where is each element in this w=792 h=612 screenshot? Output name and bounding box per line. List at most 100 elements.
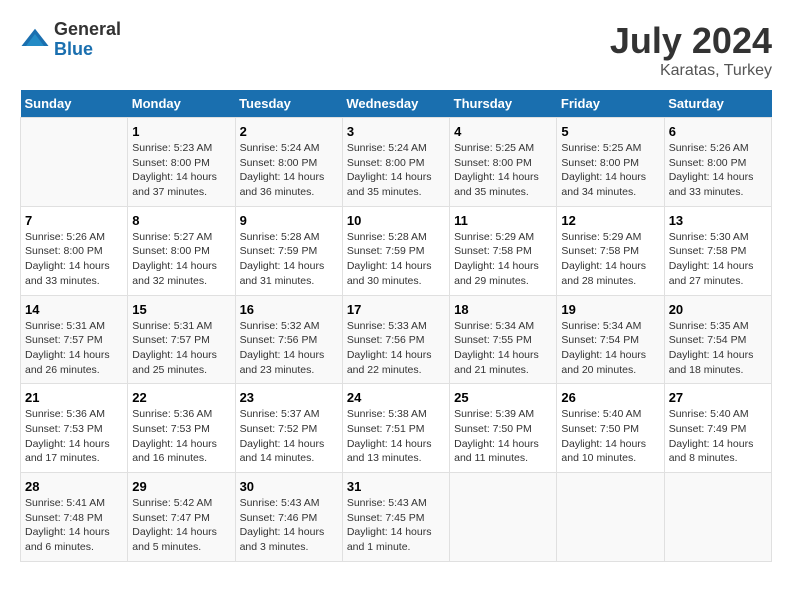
main-title: July 2024 <box>610 20 772 62</box>
day-info: Sunrise: 5:27 AMSunset: 8:00 PMDaylight:… <box>132 230 230 289</box>
day-number: 18 <box>454 302 552 317</box>
day-number: 12 <box>561 213 659 228</box>
header-sunday: Sunday <box>21 90 128 118</box>
calendar-cell: 20 Sunrise: 5:35 AMSunset: 7:54 PMDayligh… <box>664 295 771 384</box>
header-row: SundayMondayTuesdayWednesdayThursdayFrid… <box>21 90 772 118</box>
day-info: Sunrise: 5:26 AMSunset: 8:00 PMDaylight:… <box>669 141 767 200</box>
day-info: Sunrise: 5:26 AMSunset: 8:00 PMDaylight:… <box>25 230 123 289</box>
day-number: 8 <box>132 213 230 228</box>
calendar-cell: 28 Sunrise: 5:41 AMSunset: 7:48 PMDayligh… <box>21 473 128 562</box>
day-info: Sunrise: 5:34 AMSunset: 7:55 PMDaylight:… <box>454 319 552 378</box>
calendar-cell: 14 Sunrise: 5:31 AMSunset: 7:57 PMDayligh… <box>21 295 128 384</box>
day-info: Sunrise: 5:31 AMSunset: 7:57 PMDaylight:… <box>132 319 230 378</box>
day-number: 25 <box>454 390 552 405</box>
day-info: Sunrise: 5:30 AMSunset: 7:58 PMDaylight:… <box>669 230 767 289</box>
week-row-2: 7 Sunrise: 5:26 AMSunset: 8:00 PMDaylight… <box>21 206 772 295</box>
day-number: 4 <box>454 124 552 139</box>
day-info: Sunrise: 5:36 AMSunset: 7:53 PMDaylight:… <box>132 407 230 466</box>
day-info: Sunrise: 5:23 AMSunset: 8:00 PMDaylight:… <box>132 141 230 200</box>
week-row-4: 21 Sunrise: 5:36 AMSunset: 7:53 PMDayligh… <box>21 384 772 473</box>
day-info: Sunrise: 5:42 AMSunset: 7:47 PMDaylight:… <box>132 496 230 555</box>
header-saturday: Saturday <box>664 90 771 118</box>
day-number: 27 <box>669 390 767 405</box>
calendar-cell <box>664 473 771 562</box>
day-number: 21 <box>25 390 123 405</box>
day-number: 19 <box>561 302 659 317</box>
calendar-cell: 23 Sunrise: 5:37 AMSunset: 7:52 PMDayligh… <box>235 384 342 473</box>
day-number: 30 <box>240 479 338 494</box>
day-number: 6 <box>669 124 767 139</box>
day-info: Sunrise: 5:43 AMSunset: 7:46 PMDaylight:… <box>240 496 338 555</box>
calendar-body: 1 Sunrise: 5:23 AMSunset: 8:00 PMDaylight… <box>21 118 772 562</box>
calendar-cell: 31 Sunrise: 5:43 AMSunset: 7:45 PMDayligh… <box>342 473 449 562</box>
day-info: Sunrise: 5:43 AMSunset: 7:45 PMDaylight:… <box>347 496 445 555</box>
day-number: 2 <box>240 124 338 139</box>
day-info: Sunrise: 5:39 AMSunset: 7:50 PMDaylight:… <box>454 407 552 466</box>
day-number: 3 <box>347 124 445 139</box>
day-number: 1 <box>132 124 230 139</box>
calendar-cell: 26 Sunrise: 5:40 AMSunset: 7:50 PMDayligh… <box>557 384 664 473</box>
day-number: 29 <box>132 479 230 494</box>
day-number: 14 <box>25 302 123 317</box>
day-number: 26 <box>561 390 659 405</box>
day-number: 22 <box>132 390 230 405</box>
day-number: 31 <box>347 479 445 494</box>
calendar-cell <box>21 118 128 207</box>
day-number: 15 <box>132 302 230 317</box>
day-info: Sunrise: 5:29 AMSunset: 7:58 PMDaylight:… <box>454 230 552 289</box>
calendar-cell: 17Sunrise: 5:33 AMSunset: 7:56 PMDayligh… <box>342 295 449 384</box>
day-info: Sunrise: 5:41 AMSunset: 7:48 PMDaylight:… <box>25 496 123 555</box>
calendar-cell: 13 Sunrise: 5:30 AMSunset: 7:58 PMDayligh… <box>664 206 771 295</box>
day-number: 13 <box>669 213 767 228</box>
logo: General Blue <box>20 20 121 60</box>
day-info: Sunrise: 5:28 AMSunset: 7:59 PMDaylight:… <box>347 230 445 289</box>
day-info: Sunrise: 5:28 AMSunset: 7:59 PMDaylight:… <box>240 230 338 289</box>
day-info: Sunrise: 5:40 AMSunset: 7:50 PMDaylight:… <box>561 407 659 466</box>
day-info: Sunrise: 5:24 AMSunset: 8:00 PMDaylight:… <box>240 141 338 200</box>
day-number: 24 <box>347 390 445 405</box>
calendar-table: SundayMondayTuesdayWednesdayThursdayFrid… <box>20 90 772 562</box>
day-info: Sunrise: 5:29 AMSunset: 7:58 PMDaylight:… <box>561 230 659 289</box>
logo-text: General Blue <box>54 20 121 60</box>
day-number: 10 <box>347 213 445 228</box>
logo-icon <box>20 25 50 55</box>
day-number: 20 <box>669 302 767 317</box>
calendar-cell: 3Sunrise: 5:24 AMSunset: 8:00 PMDaylight… <box>342 118 449 207</box>
title-block: July 2024 Karatas, Turkey <box>610 20 772 80</box>
calendar-cell: 25 Sunrise: 5:39 AMSunset: 7:50 PMDayligh… <box>450 384 557 473</box>
header-monday: Monday <box>128 90 235 118</box>
day-number: 9 <box>240 213 338 228</box>
logo-general: General <box>54 20 121 40</box>
day-info: Sunrise: 5:31 AMSunset: 7:57 PMDaylight:… <box>25 319 123 378</box>
calendar-cell <box>450 473 557 562</box>
day-info: Sunrise: 5:25 AMSunset: 8:00 PMDaylight:… <box>561 141 659 200</box>
header-wednesday: Wednesday <box>342 90 449 118</box>
day-info: Sunrise: 5:37 AMSunset: 7:52 PMDaylight:… <box>240 407 338 466</box>
day-number: 5 <box>561 124 659 139</box>
calendar-cell: 1 Sunrise: 5:23 AMSunset: 8:00 PMDaylight… <box>128 118 235 207</box>
header-friday: Friday <box>557 90 664 118</box>
calendar-cell: 2 Sunrise: 5:24 AMSunset: 8:00 PMDaylight… <box>235 118 342 207</box>
day-number: 23 <box>240 390 338 405</box>
calendar-cell: 5 Sunrise: 5:25 AMSunset: 8:00 PMDaylight… <box>557 118 664 207</box>
calendar-header: SundayMondayTuesdayWednesdayThursdayFrid… <box>21 90 772 118</box>
week-row-1: 1 Sunrise: 5:23 AMSunset: 8:00 PMDaylight… <box>21 118 772 207</box>
day-number: 7 <box>25 213 123 228</box>
day-info: Sunrise: 5:35 AMSunset: 7:54 PMDaylight:… <box>669 319 767 378</box>
week-row-5: 28 Sunrise: 5:41 AMSunset: 7:48 PMDayligh… <box>21 473 772 562</box>
calendar-cell: 10 Sunrise: 5:28 AMSunset: 7:59 PMDayligh… <box>342 206 449 295</box>
day-number: 16 <box>240 302 338 317</box>
calendar-cell: 6 Sunrise: 5:26 AMSunset: 8:00 PMDaylight… <box>664 118 771 207</box>
calendar-cell: 24Sunrise: 5:38 AMSunset: 7:51 PMDayligh… <box>342 384 449 473</box>
calendar-cell: 19Sunrise: 5:34 AMSunset: 7:54 PMDayligh… <box>557 295 664 384</box>
calendar-cell <box>557 473 664 562</box>
header-tuesday: Tuesday <box>235 90 342 118</box>
calendar-cell: 16Sunrise: 5:32 AMSunset: 7:56 PMDayligh… <box>235 295 342 384</box>
calendar-cell: 9 Sunrise: 5:28 AMSunset: 7:59 PMDaylight… <box>235 206 342 295</box>
calendar-cell: 29 Sunrise: 5:42 AMSunset: 7:47 PMDayligh… <box>128 473 235 562</box>
day-number: 28 <box>25 479 123 494</box>
calendar-cell: 27Sunrise: 5:40 AMSunset: 7:49 PMDayligh… <box>664 384 771 473</box>
day-info: Sunrise: 5:36 AMSunset: 7:53 PMDaylight:… <box>25 407 123 466</box>
calendar-cell: 8 Sunrise: 5:27 AMSunset: 8:00 PMDaylight… <box>128 206 235 295</box>
calendar-cell: 15 Sunrise: 5:31 AMSunset: 7:57 PMDayligh… <box>128 295 235 384</box>
